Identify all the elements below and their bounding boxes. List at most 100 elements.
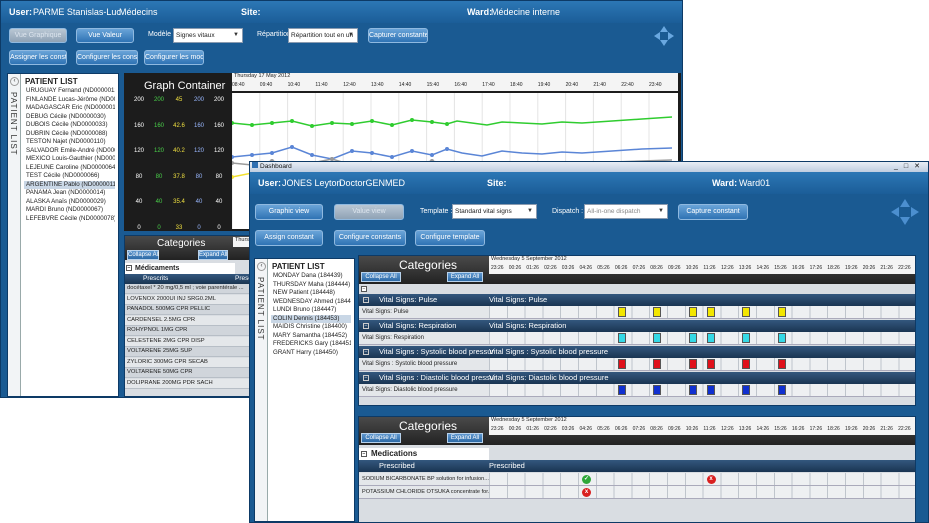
measurement-marker[interactable] xyxy=(742,307,751,317)
not-administered-icon[interactable]: x xyxy=(582,488,591,497)
graph-view-button[interactable]: Vue Graphique xyxy=(9,28,67,43)
measurement-marker[interactable] xyxy=(777,359,786,369)
patient-list-item[interactable]: GRANT Harry (184450) xyxy=(271,349,351,358)
patient-list-item[interactable]: DEBUG Cécile (ND0000030) xyxy=(24,113,115,122)
assign-button[interactable]: Assigner les constantes xyxy=(9,50,67,65)
measurement-marker[interactable] xyxy=(688,307,697,317)
measurement-marker[interactable] xyxy=(617,333,626,343)
patient-list-item[interactable]: ALASKA Anaïs (ND0000029) xyxy=(24,198,115,207)
trend-point[interactable] xyxy=(270,151,274,155)
value-view-button[interactable]: Value view xyxy=(334,204,404,220)
measurement-marker[interactable] xyxy=(777,385,786,395)
collapse-minus-icon[interactable]: − xyxy=(363,349,369,355)
vital-group-header[interactable]: − Vital Signs : Diastolic blood pressur Vi… xyxy=(359,372,915,384)
trend-point[interactable] xyxy=(250,153,254,157)
patient-list-item[interactable]: ARGENTINE Pablo (ND0000011) xyxy=(24,180,115,189)
repartition-select[interactable]: Répartition tout en un ▼ xyxy=(288,28,358,43)
capture-constant-button[interactable]: Capture constant xyxy=(678,204,748,220)
patient-list-item[interactable]: SALVADOR Emile-André (ND0000001) xyxy=(24,147,115,156)
measurement-marker[interactable] xyxy=(777,333,786,343)
trend-point[interactable] xyxy=(410,149,414,153)
patient-list-item[interactable]: MARDI Bruno (ND0000067) xyxy=(24,206,115,215)
patient-list-item[interactable]: PANAMA Jean (ND0000014) xyxy=(24,189,115,198)
measurement-marker[interactable] xyxy=(653,333,662,343)
maximize-icon[interactable]: □ xyxy=(904,163,914,170)
measurement-marker[interactable] xyxy=(706,307,715,317)
trend-point[interactable] xyxy=(430,120,434,124)
trend-point[interactable] xyxy=(290,145,294,149)
patient-list-tab[interactable]: ‹ PATIENT LIST xyxy=(255,259,268,521)
trend-point[interactable] xyxy=(310,153,314,157)
medicaments-section-header[interactable]: − Médicaments xyxy=(125,263,235,274)
chevron-left-icon[interactable]: ‹ xyxy=(257,262,266,271)
configure-constants-button[interactable]: Configurer les constantes xyxy=(76,50,138,65)
patient-list-tab[interactable]: ‹ PATIENT LIST xyxy=(8,74,21,396)
patient-list-item[interactable]: LEFEBVRE Cécile (ND0000078) xyxy=(24,215,115,224)
trend-point[interactable] xyxy=(370,119,374,123)
collapse-all-button[interactable]: Collapse All xyxy=(361,272,401,282)
trend-point[interactable] xyxy=(390,155,394,159)
patient-list-item[interactable]: MONDAY Dana (184439) xyxy=(271,272,351,281)
patient-list-item[interactable]: LEJEUNE Caroline (ND0000064) xyxy=(24,164,115,173)
vital-group-header[interactable]: − Vital Signs: Respiration Vital Signs: Re… xyxy=(359,320,915,332)
vital-group-header[interactable]: − Vital Signs: Pulse Vital Signs: Pulse xyxy=(359,294,915,306)
collapse-all-button[interactable]: Collapse All xyxy=(127,250,159,260)
measurement-marker[interactable] xyxy=(706,359,715,369)
measurement-marker[interactable] xyxy=(742,385,751,395)
close-icon[interactable]: ✕ xyxy=(914,163,926,170)
medications-section-header[interactable]: − Medications xyxy=(359,448,489,460)
collapse-minus-icon[interactable]: − xyxy=(363,297,369,303)
measurement-marker[interactable] xyxy=(706,333,715,343)
trend-point[interactable] xyxy=(370,151,374,155)
navigation-pad-icon[interactable] xyxy=(890,198,920,226)
measurement-marker[interactable] xyxy=(777,307,786,317)
patient-list-item[interactable]: THURSDAY Maha (184444) xyxy=(271,281,351,290)
minimize-icon[interactable]: _ xyxy=(894,163,904,170)
patient-list-item[interactable]: MEXICO Louis-Gauthier (ND0000013) xyxy=(24,155,115,164)
collapse-all-button[interactable]: Collapse All xyxy=(361,433,401,443)
collapse-minus-icon[interactable]: − xyxy=(363,375,369,381)
assign-constant-button[interactable]: Assign constant xyxy=(255,230,323,246)
patient-list-item[interactable]: FINLANDE Lucas-Jérôme (ND0000015) xyxy=(24,96,115,105)
measurement-marker[interactable] xyxy=(617,359,626,369)
chevron-left-icon[interactable]: ‹ xyxy=(10,77,19,86)
trend-point[interactable] xyxy=(330,121,334,125)
measurement-marker[interactable] xyxy=(653,385,662,395)
trend-point[interactable] xyxy=(290,119,294,123)
collapse-minus-icon[interactable]: − xyxy=(363,323,369,329)
patient-list-item[interactable]: NEW Patient (184448) xyxy=(271,289,351,298)
trend-point[interactable] xyxy=(430,153,434,157)
patient-list-item[interactable]: MAIDIS Christine (184400) xyxy=(271,323,351,332)
vital-group-header[interactable]: − Vital Signs : Systolic blood pressur Vit… xyxy=(359,346,915,358)
dispatch-select[interactable]: All-in-one dispatch ▼ xyxy=(584,204,668,219)
value-view-button[interactable]: Vue Valeur xyxy=(76,28,134,43)
measurement-marker[interactable] xyxy=(742,333,751,343)
patient-list-item[interactable]: COLIN Dennis (184453) xyxy=(271,314,351,323)
navigation-pad-icon[interactable] xyxy=(653,25,675,47)
measurement-marker[interactable] xyxy=(688,385,697,395)
measurement-marker[interactable] xyxy=(653,307,662,317)
graphic-view-button[interactable]: Graphic view xyxy=(255,204,323,220)
patient-list-item[interactable]: MARY Samantha (184452) xyxy=(271,332,351,341)
trend-point[interactable] xyxy=(445,122,449,126)
patient-list-item[interactable]: LUNDI Bruno (184447) xyxy=(271,306,351,315)
template-select[interactable]: Standard vital signs ▼ xyxy=(452,204,537,219)
patient-list-item[interactable]: DUBOIS Cécile (ND0000033) xyxy=(24,121,115,130)
trend-point[interactable] xyxy=(445,147,449,151)
measurement-marker[interactable] xyxy=(617,385,626,395)
trend-point[interactable] xyxy=(350,122,354,126)
patient-list-item[interactable]: DUBRIN Cécile (ND0000088) xyxy=(24,130,115,139)
trend-point[interactable] xyxy=(270,121,274,125)
medication-row[interactable]: POTASSIUM CHLORIDE OTSUKA concentrate fo… xyxy=(359,486,915,499)
patient-list-item[interactable]: TEST Cécile (ND0000066) xyxy=(24,172,115,181)
measurement-marker[interactable] xyxy=(653,359,662,369)
administered-check-icon[interactable]: ✓ xyxy=(582,475,591,484)
patient-list-item[interactable]: MADAGASCAR Eric (ND0000018) xyxy=(24,104,115,113)
measurement-marker[interactable] xyxy=(688,333,697,343)
collapse-minus-icon[interactable]: − xyxy=(361,286,367,292)
modele-select[interactable]: Signes vitaux ▼ xyxy=(173,28,243,43)
configure-constants-button[interactable]: Configure constants xyxy=(334,230,406,246)
trend-point[interactable] xyxy=(390,123,394,127)
measurement-marker[interactable] xyxy=(688,359,697,369)
configure-template-button[interactable]: Configure template xyxy=(415,230,485,246)
